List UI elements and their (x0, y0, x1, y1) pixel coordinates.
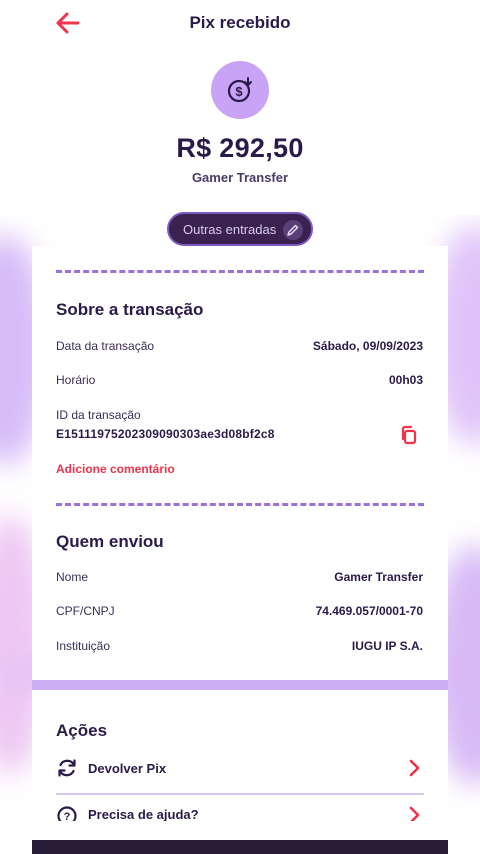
copy-button[interactable] (398, 424, 420, 446)
row-label-document: CPF/CNPJ (56, 604, 115, 618)
money-received-icon: $ (227, 77, 252, 103)
help-label: Precisa de ajuda? (88, 807, 199, 821)
header: Pix recebido (0, 0, 480, 48)
help-action[interactable]: ? Precisa de ajuda? (56, 801, 424, 821)
section-title-sender: Quem enviou (56, 532, 164, 551)
bottom-bar (32, 840, 448, 854)
refresh-icon (56, 757, 78, 779)
row-label-name: Nome (56, 570, 89, 584)
dashed-divider (56, 503, 424, 506)
return-pix-action[interactable]: Devolver Pix (56, 750, 424, 786)
section-title-transaction: Sobre a transação (56, 300, 204, 319)
row-value-name: Gamer Transfer (334, 570, 423, 584)
chevron-right-icon (409, 806, 420, 821)
dashed-divider (56, 270, 424, 273)
page-title: Pix recebido (189, 13, 291, 32)
category-chip[interactable]: Outras entradas (167, 212, 313, 246)
section-band (32, 680, 448, 690)
edit-icon (283, 220, 303, 240)
add-comment-link[interactable]: Adicione comentário (56, 462, 175, 476)
row-label-date: Data da transação (56, 339, 155, 353)
category-chip-label: Outras entradas (183, 221, 277, 237)
help-icon: ? (56, 805, 78, 821)
received-money-avatar: $ (211, 61, 269, 119)
copy-icon (401, 425, 417, 445)
row-separator (56, 793, 424, 795)
row-value-document: 74.469.057/0001-70 (315, 604, 423, 618)
row-label-transaction-id: ID da transação (56, 408, 141, 422)
transaction-id-value: E15111975202309090303ae3d08bf2c8 (56, 427, 275, 441)
row-value-institution: IUGU IP S.A. (351, 639, 423, 653)
return-pix-label: Devolver Pix (88, 760, 167, 776)
chevron-right-icon (409, 759, 420, 777)
svg-text:$: $ (235, 84, 243, 99)
section-title-actions: Ações (56, 721, 108, 740)
amount: R$ 292,50 (176, 133, 304, 163)
row-label-institution: Instituição (56, 639, 111, 653)
row-label-time: Horário (56, 373, 96, 387)
svg-text:?: ? (64, 811, 71, 821)
sender-name: Gamer Transfer (191, 170, 289, 185)
row-value-date: Sábado, 09/09/2023 (312, 339, 423, 353)
row-value-time: 00h03 (388, 373, 423, 387)
